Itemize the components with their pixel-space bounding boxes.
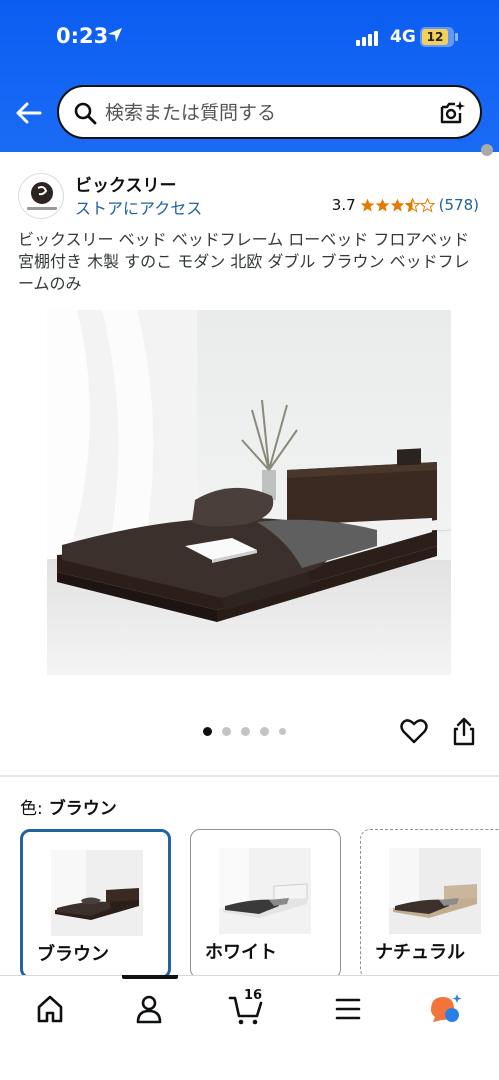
battery-level: 12 [422,29,448,45]
color-label-prefix: 色: [20,799,43,819]
network-type: 4G [390,27,416,47]
variant-option-white[interactable]: ホワイト [190,829,341,979]
pagination-dot[interactable] [241,727,250,736]
variant-thumbnail [219,848,311,934]
app-header: 0:23 4G 12 [0,0,499,152]
active-tab-indicator [122,975,178,979]
rating-value: 3.7 [331,196,356,214]
bed-photo [47,310,451,675]
star-full-icon [375,198,389,211]
rating-count: (578) [438,196,479,214]
variant-option-natural[interactable]: ナチュラル [360,829,499,979]
battery-icon: 12 [420,27,458,47]
search-icon [74,102,97,125]
variant-thumbnail [389,848,481,934]
status-bar: 0:23 4G 12 [0,0,499,74]
variant-option-brown[interactable]: ブラウン [20,829,171,979]
selected-color: ブラウン [48,799,117,819]
pagination-dot[interactable] [222,727,231,736]
rating-stars [360,197,435,213]
star-half-icon [404,197,420,213]
rating-summary[interactable]: 3.7 (578) [332,196,479,214]
pagination-dot[interactable] [260,727,269,736]
cart-count-badge: 16 [244,988,263,1003]
pagination-dot-active[interactable] [203,727,212,736]
info-icon[interactable] [481,144,493,156]
variant-label: ホワイト [205,942,277,963]
brand-name[interactable]: ビックスリー [75,171,177,196]
product-image[interactable] [47,310,451,675]
wishlist-heart-icon[interactable] [400,718,428,744]
image-pagination [203,727,286,736]
brand-logo[interactable] [18,173,64,219]
cellular-signal-icon [356,31,378,46]
search-bar[interactable] [57,85,482,139]
variant-thumbnail [51,850,143,936]
home-icon[interactable] [30,992,70,1026]
menu-icon[interactable] [328,992,368,1026]
star-full-icon [390,198,404,211]
visit-store-link[interactable]: ストアにアクセス [75,195,202,219]
star-empty-icon [419,197,435,213]
product-title: ビックスリー ベッド ベッドフレーム ローベッド フロアベッド 宮棚付き 木製 … [18,230,470,293]
share-icon[interactable] [452,716,476,746]
location-arrow-icon [108,28,122,42]
brand-logo-mark-icon [27,182,57,210]
account-icon[interactable] [129,992,169,1026]
section-divider [0,775,499,777]
star-full-icon [360,198,374,211]
status-time: 0:23 [56,24,109,48]
pagination-dot[interactable] [279,728,286,735]
variant-label: ナチュラル [375,942,465,963]
color-selector-label: 色: ブラウン [20,794,117,819]
rufus-assistant-icon[interactable] [425,992,465,1026]
variant-label: ブラウン [37,944,109,965]
back-arrow-icon[interactable] [14,98,44,128]
search-input[interactable] [105,99,425,127]
camera-search-icon[interactable] [438,99,466,127]
